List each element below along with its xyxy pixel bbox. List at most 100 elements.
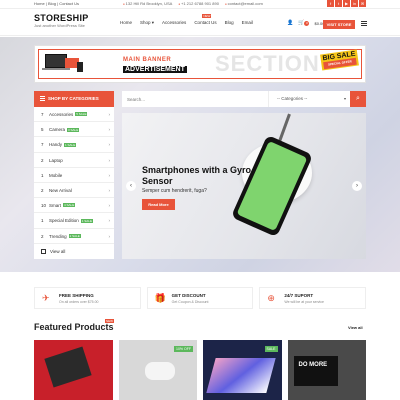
twitter-icon[interactable]: t	[335, 0, 342, 7]
top-link-blog[interactable]: Blog	[45, 1, 56, 6]
product-monitor-image: DO MORE	[293, 356, 338, 386]
featured-new-badge: NEW	[105, 319, 114, 323]
sale-tag: 3 SALE	[67, 127, 80, 132]
chevron-right-icon: ›	[108, 203, 111, 209]
banner-advertisement-text: ADVERTISEMENT	[123, 66, 187, 73]
sale-tag: 4 SALE	[63, 203, 76, 208]
category-item-smart[interactable]: 10 Smart 4 SALE ›	[34, 198, 114, 214]
category-select[interactable]: -- Categories -- ▾	[268, 91, 350, 107]
product-row: 10% OFF SALE DO MORE	[34, 340, 366, 400]
sale-tag: 2 SALE	[68, 233, 81, 238]
nav-accessories[interactable]: Accessories	[162, 20, 186, 26]
email-text: contact@email.com	[225, 1, 263, 6]
grid-icon	[41, 249, 46, 254]
youtube-icon[interactable]: ▶	[343, 0, 350, 7]
category-sidebar: SHOP BY CATEGORIES 7 Accessories 5 SALE › 5…	[34, 91, 114, 259]
main-nav: Home Shop ▾ Accessories Contact Us NEW Bl…	[120, 14, 253, 26]
hamburger-icon	[40, 95, 45, 102]
cart-icon[interactable]: 🛒 0	[298, 20, 310, 26]
category-item-trending[interactable]: 2 Trending 2 SALE ›	[34, 229, 114, 244]
product-gamepad-image	[144, 362, 175, 380]
sale-tag: 1 SALE	[80, 218, 93, 223]
chevron-right-icon: ›	[108, 157, 111, 163]
nav-shop[interactable]: Shop ▾	[140, 20, 154, 26]
feature-support: ⊕ 24/7 SUPORT We will be at your service	[259, 287, 367, 309]
read-more-button[interactable]: Read More	[142, 199, 175, 210]
slider-prev-icon[interactable]: ‹	[126, 181, 136, 191]
slider-next-icon[interactable]: ›	[352, 181, 362, 191]
hero-slider: Smartphones with a Gyro Sensor Semper cu…	[122, 113, 366, 259]
main-banner[interactable]: MAIN BANNER ADVERTISEMENT SECTION BIG SA…	[34, 45, 366, 83]
site-header: STORESHIP Just another WordPress Site Ho…	[0, 8, 400, 36]
category-item-camera[interactable]: 5 Camera 3 SALE ›	[34, 122, 114, 138]
nav-new-badge: NEW	[202, 14, 212, 18]
slide-subtitle: Semper cum hendrerit, fuga?	[142, 188, 207, 194]
product-laptop-image	[44, 346, 92, 388]
cart-count: 0	[304, 21, 310, 26]
sale-tag: 1 SALE	[64, 142, 77, 147]
category-list: 7 Accessories 5 SALE › 5 Camera 3 SALE › 7 Hand…	[34, 107, 114, 259]
chevron-right-icon: ›	[108, 142, 111, 148]
nav-email[interactable]: Email	[242, 20, 253, 26]
nav-blog[interactable]: Blog	[225, 20, 234, 26]
search-button[interactable]: ⌕	[350, 91, 366, 107]
search-input[interactable]	[122, 91, 268, 107]
featured-products-title: Featured Products	[34, 322, 114, 332]
laptop-base	[42, 68, 70, 70]
category-item-mobile[interactable]: 1 Mobile ›	[34, 168, 114, 183]
chevron-right-icon: ›	[108, 127, 111, 133]
contact-info: 132 Hill Rd Brooklyn, USA +1 212 6788 90…	[123, 1, 263, 6]
category-item-accessories[interactable]: 7 Accessories 5 SALE ›	[34, 107, 114, 123]
phone-image	[77, 62, 83, 72]
chevron-right-icon: ›	[108, 233, 111, 239]
feature-free-shipping: ✈ FREE SHIPPING On all orders over $75.0…	[34, 287, 141, 309]
top-link-home[interactable]: Home	[34, 1, 45, 6]
top-bar: HomeBlogContact Us 132 Hill Rd Brooklyn,…	[0, 0, 400, 8]
banner-main-text: MAIN BANNER	[123, 57, 172, 63]
phone-text: +1 212 6788 901 890	[178, 1, 219, 6]
menu-icon[interactable]	[361, 21, 367, 26]
category-item-special-edition[interactable]: 1 Special Edition 1 SALE ›	[34, 213, 114, 229]
product-card[interactable]	[34, 340, 113, 400]
facebook-icon[interactable]: f	[327, 0, 334, 7]
chevron-right-icon: ›	[108, 172, 111, 178]
plane-icon: ✈	[42, 293, 50, 303]
product-card[interactable]: SALE	[203, 340, 282, 400]
category-item-handy[interactable]: 7 Handy 1 SALE ›	[34, 137, 114, 153]
product-card[interactable]: DO MORE	[287, 340, 366, 400]
search-icon: ⌕	[356, 95, 360, 102]
discount-badge: 10% OFF	[174, 346, 193, 352]
nav-contact[interactable]: Contact Us NEW	[194, 14, 217, 26]
chevron-down-icon: ▾	[343, 96, 346, 101]
product-screen-image	[206, 358, 276, 393]
product-card[interactable]: 10% OFF	[118, 340, 197, 400]
category-item-new-arrival[interactable]: 2 New Arrival ›	[34, 183, 114, 199]
banner-section-text: SECTION	[215, 51, 320, 76]
lifebuoy-icon: ⊕	[267, 293, 275, 303]
chevron-right-icon: ›	[108, 112, 111, 117]
category-view-all[interactable]: View all	[34, 244, 114, 259]
chevron-right-icon: ›	[108, 187, 111, 193]
featured-view-all-link[interactable]: View all	[348, 325, 363, 330]
site-tagline: Just another WordPress Site	[34, 23, 85, 28]
feature-get-discount: 🎁 GET DISCOUNT Get Coupon & Discount	[146, 287, 254, 309]
linkedin-icon[interactable]: in	[351, 0, 358, 7]
top-links: HomeBlogContact Us	[34, 1, 79, 6]
chevron-right-icon: ›	[108, 218, 111, 224]
top-link-contact[interactable]: Contact Us	[56, 1, 79, 6]
laptop-image	[45, 54, 67, 68]
site-logo[interactable]: STORESHIP	[34, 13, 89, 23]
slide-title: Smartphones with a Gyro Sensor	[142, 165, 252, 186]
mail-icon[interactable]: ✉	[359, 0, 366, 7]
sale-badge: SALE	[264, 346, 278, 352]
user-icon[interactable]: 👤	[287, 20, 293, 26]
sidebar-heading[interactable]: SHOP BY CATEGORIES	[34, 91, 114, 107]
nav-home[interactable]: Home	[120, 20, 132, 26]
header-icons: 👤 🛒 0 $0.00	[287, 20, 324, 26]
sale-tag: 5 SALE	[75, 112, 88, 117]
visit-store-button[interactable]: VISIT STORE	[323, 20, 355, 29]
social-links: f t ▶ in ✉	[327, 0, 366, 7]
category-item-laptop[interactable]: 2 Laptop ›	[34, 153, 114, 168]
product-search: -- Categories --▾ ⌕	[122, 91, 366, 107]
features-strip: ✈ FREE SHIPPING On all orders over $75.0…	[34, 287, 367, 309]
